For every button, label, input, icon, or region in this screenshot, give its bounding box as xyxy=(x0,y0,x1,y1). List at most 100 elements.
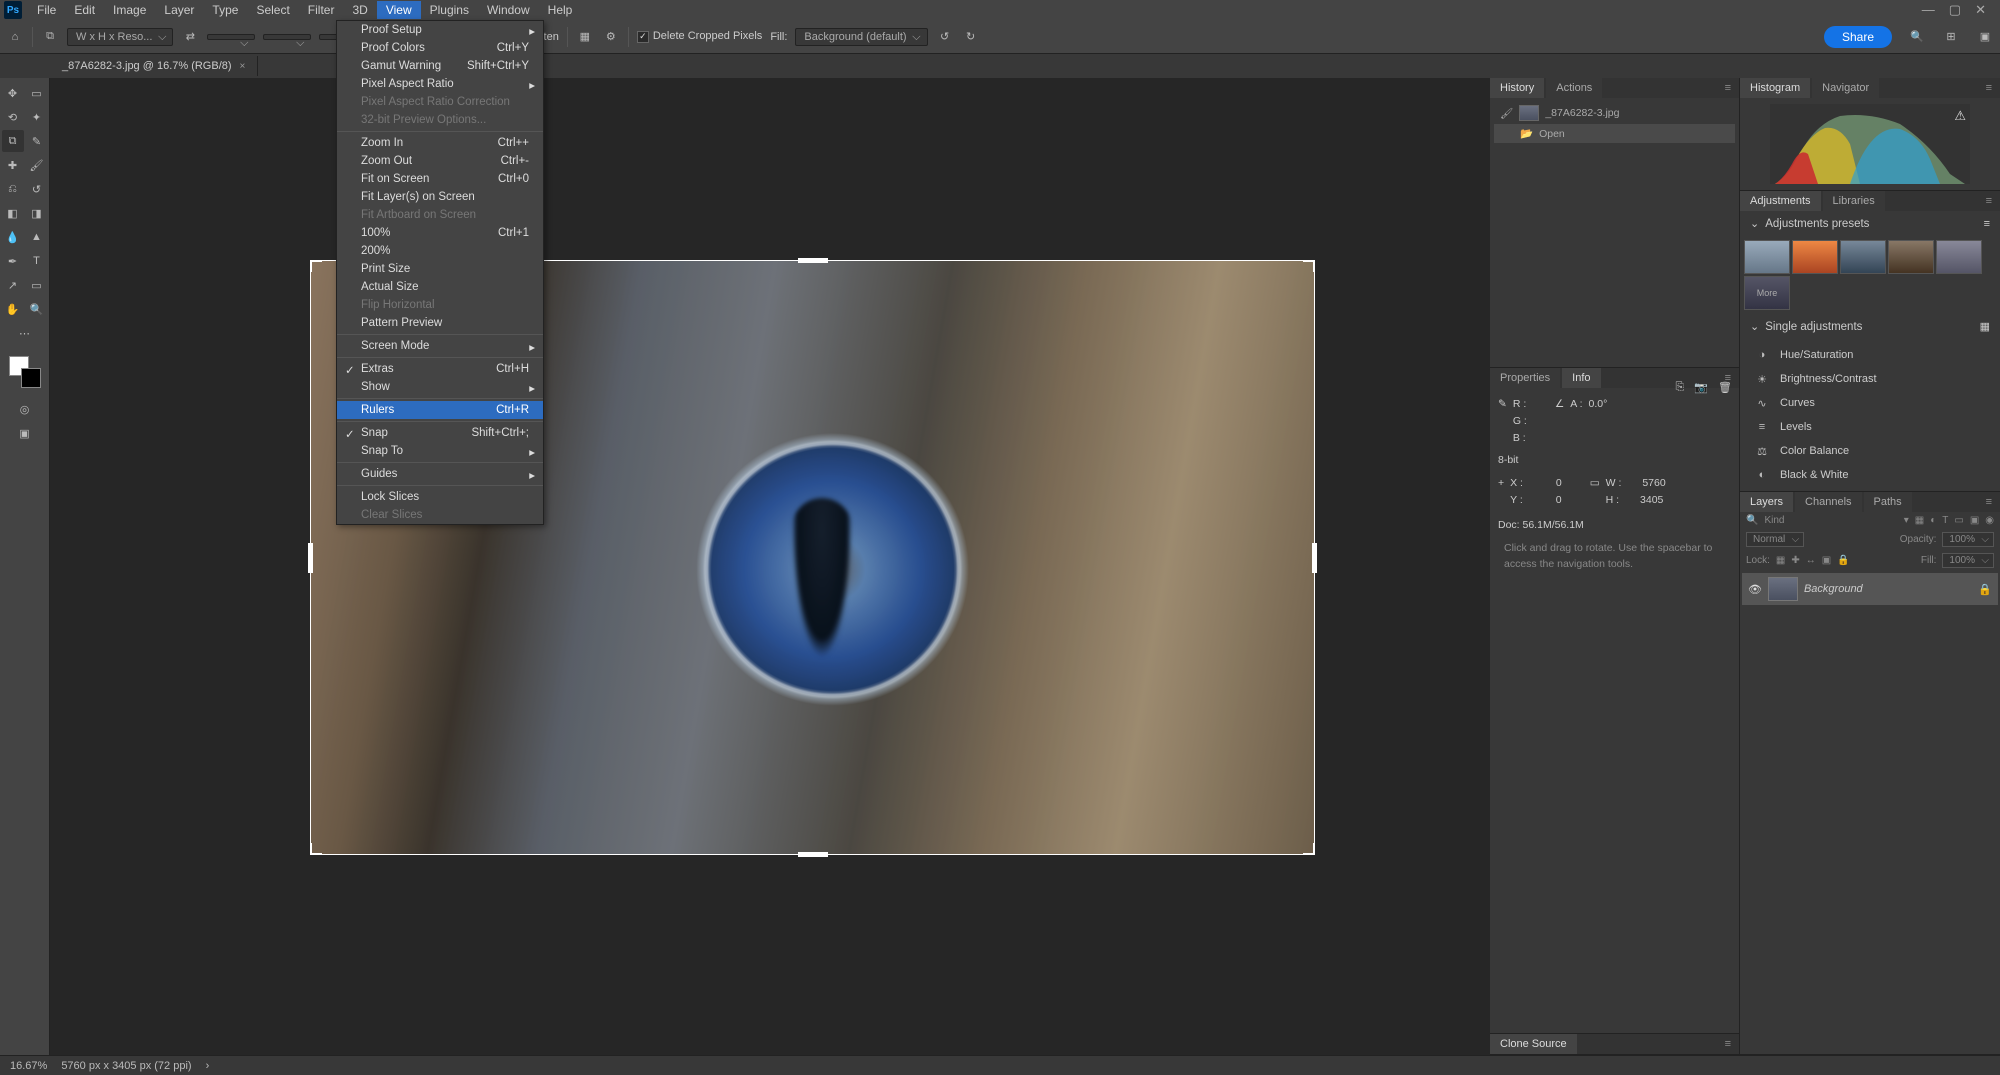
lock-pixels-icon[interactable]: ▦ xyxy=(1776,555,1785,566)
tab-libraries[interactable]: Libraries xyxy=(1823,191,1885,211)
menu-item-gamut-warning[interactable]: Gamut WarningShift+Ctrl+Y xyxy=(337,57,543,75)
gradient-tool[interactable]: ◨ xyxy=(26,202,48,224)
pen-tool[interactable]: ✒ xyxy=(2,250,24,272)
arrange-icon[interactable]: ▣ xyxy=(1976,28,1994,46)
history-brush-tool[interactable]: ↺ xyxy=(26,178,48,200)
layer-name[interactable]: Background xyxy=(1804,583,1863,595)
panel-menu-icon[interactable]: ≡ xyxy=(1978,78,2000,98)
tab-adjustments[interactable]: Adjustments xyxy=(1740,191,1821,211)
adjustment-black-white[interactable]: ◐Black & White xyxy=(1740,463,2000,487)
adjustment-curves[interactable]: ∿Curves xyxy=(1740,391,2000,415)
window-close-icon[interactable]: ✕ xyxy=(1975,2,1986,18)
preset-thumb[interactable] xyxy=(1744,240,1790,274)
menu-help[interactable]: Help xyxy=(539,1,582,19)
brush-tool[interactable]: 🖌 xyxy=(26,154,48,176)
menu-3d[interactable]: 3D xyxy=(343,1,376,19)
marquee-tool[interactable]: ▭ xyxy=(26,82,48,104)
redo-icon[interactable]: ↻ xyxy=(962,28,980,46)
list-icon[interactable]: ≡ xyxy=(1984,218,1990,230)
menu-item-proof-setup[interactable]: Proof Setup xyxy=(337,21,543,39)
fill-input[interactable]: 100% xyxy=(1942,553,1994,568)
preset-more[interactable]: More xyxy=(1744,276,1790,310)
lock-icon[interactable]: 🔒 xyxy=(1978,583,1992,596)
menu-item-zoom-in[interactable]: Zoom InCtrl++ xyxy=(337,134,543,152)
menu-select[interactable]: Select xyxy=(247,1,298,19)
crop-handle-bottom[interactable] xyxy=(798,852,828,857)
menu-item-print-size[interactable]: Print Size xyxy=(337,260,543,278)
filter-adjust-icon[interactable]: ◐ xyxy=(1930,515,1936,526)
filter-toggle-icon[interactable]: ◉ xyxy=(1985,515,1994,526)
tab-actions[interactable]: Actions xyxy=(1546,78,1602,98)
adjustment-color-balance[interactable]: ⚖Color Balance xyxy=(1740,439,2000,463)
panel-menu-icon[interactable]: ≡ xyxy=(1978,492,2000,512)
window-minimize-icon[interactable]: — xyxy=(1922,2,1935,18)
menu-item-extras[interactable]: ExtrasCtrl+H xyxy=(337,360,543,378)
tab-history[interactable]: History xyxy=(1490,78,1544,98)
preset-thumb[interactable] xyxy=(1936,240,1982,274)
healing-tool[interactable]: ✚ xyxy=(2,154,24,176)
filter-pixel-icon[interactable]: ▦ xyxy=(1915,515,1924,526)
menu-item-fit-on-screen[interactable]: Fit on ScreenCtrl+0 xyxy=(337,170,543,188)
menu-item-zoom-out[interactable]: Zoom OutCtrl+- xyxy=(337,152,543,170)
crop-handle-tr[interactable] xyxy=(1303,260,1315,272)
adjustment-brightness-contrast[interactable]: ☀Brightness/Contrast xyxy=(1740,367,2000,391)
preset-thumb[interactable] xyxy=(1840,240,1886,274)
menu-filter[interactable]: Filter xyxy=(299,1,344,19)
lock-nest-icon[interactable]: ▣ xyxy=(1822,555,1831,566)
quick-select-tool[interactable]: ✦ xyxy=(26,106,48,128)
crop-handle-right[interactable] xyxy=(1312,543,1317,573)
lasso-tool[interactable]: ⟲ xyxy=(2,106,24,128)
adjustment-levels[interactable]: ≡Levels xyxy=(1740,415,2000,439)
preset-thumb[interactable] xyxy=(1888,240,1934,274)
close-tab-icon[interactable]: × xyxy=(240,61,246,72)
home-icon[interactable]: ⌂ xyxy=(6,28,24,46)
hand-tool[interactable]: ✋ xyxy=(2,298,24,320)
snapshot-icon[interactable]: 📷 xyxy=(1694,381,1708,394)
crop-ratio-select[interactable]: W x H x Reso... xyxy=(67,28,173,46)
menu-view[interactable]: View xyxy=(377,1,421,19)
panel-menu-icon[interactable]: ≡ xyxy=(1717,1034,1739,1054)
tab-histogram[interactable]: Histogram xyxy=(1740,78,1810,98)
lock-position-icon[interactable]: ✚ xyxy=(1791,555,1799,566)
screenmode-icon[interactable]: ▣ xyxy=(14,422,36,444)
crop-tool-icon[interactable]: ⧉ xyxy=(41,28,59,46)
path-tool[interactable]: ↗ xyxy=(2,274,24,296)
window-maximize-icon[interactable]: ▢ xyxy=(1949,2,1961,18)
crop-tool[interactable]: ⧉ xyxy=(2,130,24,152)
color-swatch[interactable] xyxy=(9,356,41,388)
warning-icon[interactable]: ⚠ xyxy=(1954,108,1966,124)
crop-width-input[interactable] xyxy=(207,34,255,40)
layer-thumb[interactable] xyxy=(1768,577,1798,601)
adjustments-presets-header[interactable]: ⌄ Adjustments presets ≡ xyxy=(1740,211,2000,236)
grid-icon[interactable]: ▦ xyxy=(1980,320,1990,333)
tab-clone-source[interactable]: Clone Source xyxy=(1490,1034,1577,1054)
menu-plugins[interactable]: Plugins xyxy=(421,1,478,19)
move-tool[interactable]: ✥ xyxy=(2,82,24,104)
quickmask-icon[interactable]: ◎ xyxy=(14,398,36,420)
delete-cropped-checkbox[interactable]: ✓Delete Cropped Pixels xyxy=(637,30,762,43)
preset-thumb[interactable] xyxy=(1792,240,1838,274)
blur-tool[interactable]: 💧 xyxy=(2,226,24,248)
lock-artboard-icon[interactable]: ↔ xyxy=(1806,555,1816,566)
tab-channels[interactable]: Channels xyxy=(1795,492,1861,512)
filter-smart-icon[interactable]: ▣ xyxy=(1970,515,1979,526)
menu-item-fit-layer-s-on-screen[interactable]: Fit Layer(s) on Screen xyxy=(337,188,543,206)
menu-item-snap-to[interactable]: Snap To xyxy=(337,442,543,460)
crop-handle-bl[interactable] xyxy=(310,843,322,855)
edit-toolbar[interactable]: ⋯ xyxy=(14,322,36,344)
type-tool[interactable]: T xyxy=(26,250,48,272)
crop-handle-br[interactable] xyxy=(1303,843,1315,855)
crop-settings-icon[interactable]: ⚙ xyxy=(602,28,620,46)
menu-window[interactable]: Window xyxy=(478,1,539,19)
menu-item-100-[interactable]: 100%Ctrl+1 xyxy=(337,224,543,242)
dodge-tool[interactable]: ▲ xyxy=(26,226,48,248)
menu-type[interactable]: Type xyxy=(203,1,247,19)
blend-mode-select[interactable]: Normal xyxy=(1746,532,1804,547)
layer-row[interactable]: 👁 Background 🔒 xyxy=(1742,573,1998,605)
document-dimensions[interactable]: 5760 px x 3405 px (72 ppi) xyxy=(61,1060,191,1072)
menu-item-200-[interactable]: 200% xyxy=(337,242,543,260)
kind-icon[interactable]: 🔍 xyxy=(1746,515,1758,526)
crop-handle-top[interactable] xyxy=(798,258,828,263)
share-button[interactable]: Share xyxy=(1824,26,1892,48)
filter-shape-icon[interactable]: ▭ xyxy=(1954,515,1963,526)
